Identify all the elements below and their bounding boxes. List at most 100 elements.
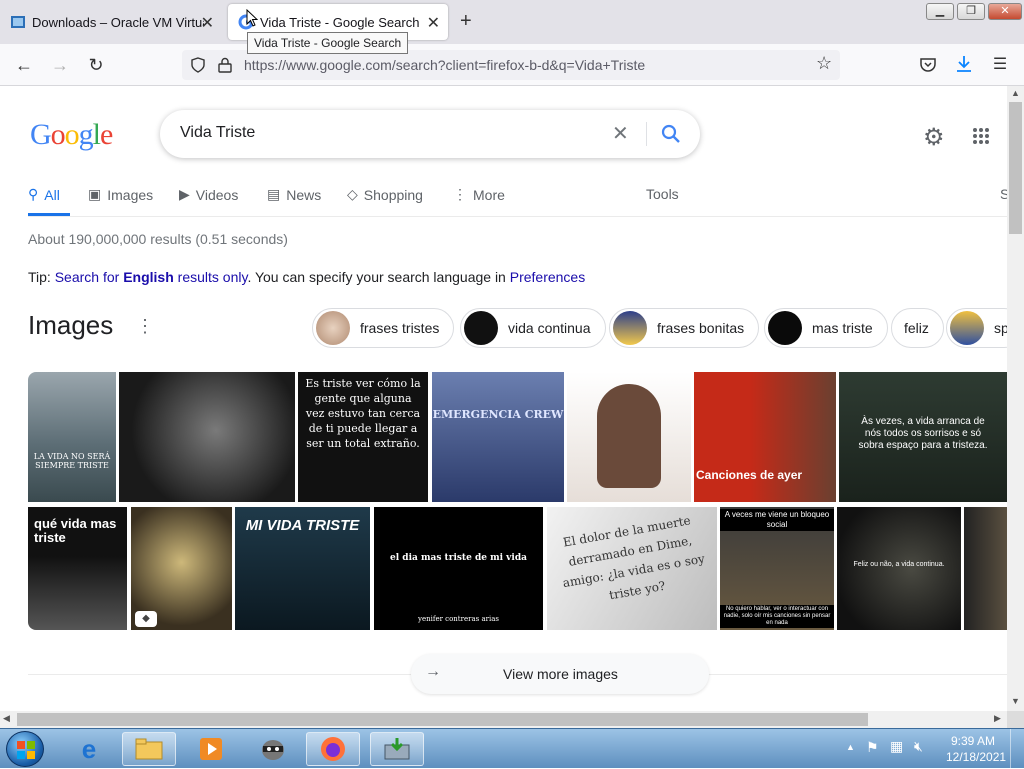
image-result[interactable]: Es triste ver cómo la gente que alguna v… (298, 372, 428, 502)
taskbar-file-explorer[interactable] (122, 732, 176, 766)
media-player-icon (200, 738, 222, 760)
taskbar-raccoon-app[interactable] (246, 732, 300, 766)
scroll-right-icon[interactable]: ▶ (994, 713, 1001, 724)
scroll-up-icon[interactable]: ▲ (1011, 88, 1020, 98)
scroll-down-icon[interactable]: ▼ (1011, 696, 1020, 706)
image-result[interactable]: MI VIDA TRISTE (235, 507, 370, 630)
nav-images[interactable]: ▣ Images (88, 186, 153, 203)
volume-muted-icon[interactable]: 🔇︎ (914, 738, 923, 755)
arrow-right-icon: → (425, 663, 441, 680)
start-button[interactable] (6, 731, 44, 767)
apps-grid-icon[interactable] (972, 127, 990, 145)
tools-button[interactable]: Tools (646, 186, 679, 202)
tag-icon: ◆ (135, 611, 157, 627)
chip-vida-continua[interactable]: vida continua (460, 308, 606, 348)
lock-icon[interactable] (218, 57, 232, 73)
chip-feliz[interactable]: feliz (891, 308, 944, 348)
url-bar[interactable]: https://www.google.com/search?client=fir… (182, 50, 840, 80)
network-icon[interactable]: ▦ (890, 738, 903, 755)
bookmark-star-icon[interactable]: ☆ (816, 53, 832, 74)
nav-more[interactable]: ⋮ More (453, 186, 505, 203)
tab-strip: Downloads – Oracle VM VirtualBox ✕ Vida … (0, 0, 1024, 44)
hamburger-menu-icon[interactable]: ☰ (988, 53, 1012, 77)
vertical-scrollbar[interactable]: ▲ ▼ (1007, 86, 1024, 711)
image-result[interactable]: el dia mas triste de mi vida yenifer con… (374, 507, 543, 630)
mouse-cursor-icon (246, 9, 258, 27)
taskbar-media-player[interactable] (184, 732, 238, 766)
language-tip: Tip: Search for English results only. Yo… (28, 269, 585, 285)
image-result[interactable]: El dolor de la muerte derramado en Dime,… (547, 507, 717, 630)
tip-link-text: Search for (54, 269, 124, 285)
forward-arrow-icon[interactable]: → (48, 53, 72, 77)
show-desktop-button[interactable] (1010, 729, 1024, 769)
chip-thumbnail (950, 311, 984, 345)
clear-search-icon[interactable]: ✕ (612, 121, 629, 146)
chip-frases-bonitas[interactable]: frases bonitas (609, 308, 760, 348)
chip-mas-triste[interactable]: mas triste (764, 308, 888, 348)
chip-sp[interactable]: sp (946, 308, 1007, 348)
nav-all[interactable]: ⚲ All (28, 186, 60, 203)
search-input[interactable]: Vida Triste (180, 124, 255, 142)
tab-tooltip: Vida Triste - Google Search (247, 32, 409, 54)
nav-shopping[interactable]: ◇ Shopping (347, 186, 423, 203)
close-tab-icon[interactable]: ✕ (201, 13, 214, 33)
taskbar-virtualbox-installer[interactable] (370, 732, 424, 766)
nav-cut-item[interactable]: S (1000, 186, 1007, 202)
pocket-icon[interactable] (919, 56, 937, 74)
nav-news[interactable]: ▤ News (267, 186, 321, 203)
taskbar-internet-explorer[interactable]: e (62, 732, 116, 766)
taskbar-firefox[interactable] (306, 732, 360, 766)
horizontal-scrollbar[interactable]: ◀ ▶ (0, 711, 1007, 728)
image-result[interactable]: A veces me viene un bloqueo social No qu… (720, 507, 834, 630)
shield-icon[interactable] (190, 57, 206, 73)
image-result[interactable]: Às vezes, a vida arranca de nós todos os… (839, 372, 1007, 502)
chip-label: sp (994, 320, 1007, 336)
images-more-vert-icon[interactable]: ⋮ (136, 316, 154, 337)
image-result[interactable]: LA VIDA NO SERÁ SIEMPRE TRISTE (28, 372, 116, 502)
minimize-button[interactable]: ▁ (926, 3, 954, 20)
restore-button[interactable]: ❐ (957, 3, 985, 20)
chip-thumbnail (768, 311, 802, 345)
settings-gear-icon[interactable]: ⚙ (923, 123, 945, 152)
tab-title: Downloads – Oracle VM VirtualBox (32, 14, 204, 30)
search-icon: ⚲ (28, 186, 39, 202)
search-divider (646, 122, 647, 146)
search-icon[interactable] (660, 123, 682, 145)
image-result[interactable]: ◆ (131, 507, 232, 630)
chip-label: frases tristes (360, 320, 440, 336)
window-close-button[interactable]: ✕ (988, 3, 1022, 20)
nav-videos[interactable]: ▶ Videos (179, 186, 238, 203)
clock-time: 9:39 AM (950, 734, 996, 748)
image-result[interactable]: EMERGENCIA CREW (432, 372, 564, 502)
image-result[interactable] (119, 372, 295, 502)
image-result[interactable] (567, 372, 691, 502)
search-box[interactable]: Vida Triste ✕ (160, 110, 700, 158)
vertical-scroll-thumb[interactable] (1009, 102, 1022, 234)
chip-thumbnail (464, 311, 498, 345)
reload-icon[interactable]: ↻ (84, 53, 108, 77)
image-result[interactable]: Canciones de ayer (694, 372, 836, 502)
windows-logo-icon (17, 741, 35, 759)
close-tab-icon[interactable]: ✕ (427, 13, 440, 33)
preferences-link[interactable]: Preferences (510, 269, 585, 285)
downloads-icon[interactable] (955, 55, 973, 73)
new-tab-button[interactable]: + (460, 10, 472, 33)
navigation-toolbar: ← → ↻ https://www.google.com/search?clie… (0, 44, 1024, 86)
english-results-link[interactable]: Search for English results only (55, 269, 248, 285)
horizontal-scroll-thumb[interactable] (17, 713, 868, 726)
action-center-flag-icon[interactable]: ⚑ (866, 739, 879, 756)
google-logo[interactable]: Google (30, 118, 113, 152)
image-figure (597, 384, 661, 488)
tab-virtualbox-downloads[interactable]: Downloads – Oracle VM VirtualBox ✕ (0, 4, 222, 40)
clock[interactable]: 9:39 AM 12/18/2021 (946, 733, 1006, 765)
image-caption: el dia mas triste de mi vida (390, 553, 527, 563)
view-more-images-button[interactable]: → View more images (411, 654, 709, 694)
image-result[interactable] (964, 507, 1007, 630)
image-result[interactable]: qué vida mas triste (28, 507, 127, 630)
back-arrow-icon[interactable]: ← (12, 53, 36, 77)
news-icon: ▤ (267, 186, 281, 202)
show-hidden-icons-button[interactable]: ▲ (846, 742, 855, 752)
image-result[interactable]: Feliz ou não, a vida continua. (837, 507, 961, 630)
scroll-left-icon[interactable]: ◀ (3, 713, 10, 724)
chip-frases-tristes[interactable]: frases tristes (312, 308, 455, 348)
